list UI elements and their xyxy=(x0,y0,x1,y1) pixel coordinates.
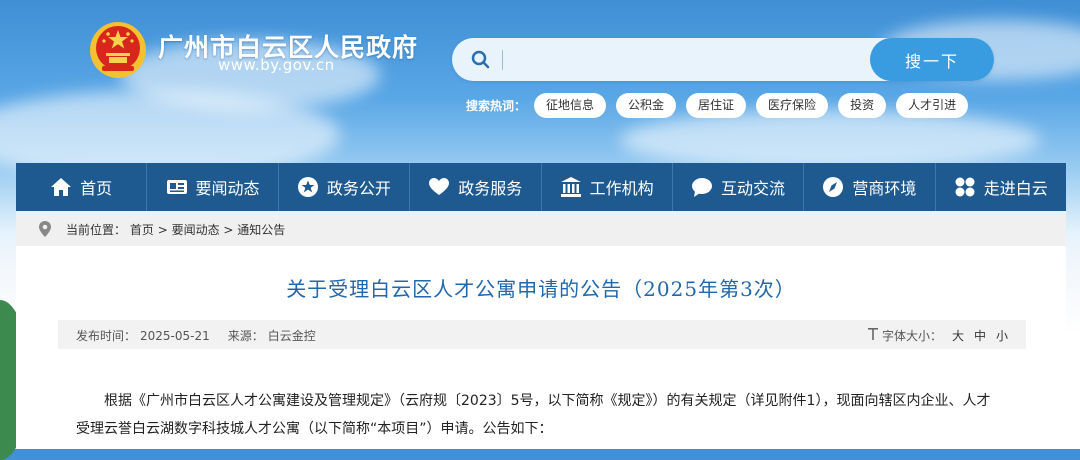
paragraph-line-2: 受理云誉白云湖数字科技城人才公寓（以下简称“本项目”）申请。公告如下： xyxy=(76,421,553,437)
nav-label: 政务公开 xyxy=(326,179,391,198)
heart-hand-icon xyxy=(428,176,450,198)
nav-label: 互动交流 xyxy=(721,179,786,198)
hot-tag-housing-fund[interactable]: 公积金 xyxy=(616,93,677,118)
nav-label: 走进白云 xyxy=(983,179,1048,198)
star-icon xyxy=(297,176,319,198)
font-size-label: 字体大小： xyxy=(881,329,942,343)
article-meta-bar: 发布时间： 2025-05-21 来源： 白云金控 字体大小： 大 中 小 xyxy=(58,320,1026,349)
publish-label: 发布时间： xyxy=(76,329,137,343)
nav-label: 要闻动态 xyxy=(195,179,260,198)
nav-item-business-environment[interactable]: 营商环境 xyxy=(804,163,936,211)
font-size-small-button[interactable]: 小 xyxy=(996,327,1008,344)
search-input[interactable] xyxy=(510,44,854,77)
hot-tag-talent[interactable]: 人才引进 xyxy=(896,93,969,118)
hot-tag-residence-permit[interactable]: 居住证 xyxy=(686,93,747,118)
breadcrumb-trail: 当前位置： 首页 > 要闻动态 > 通知公告 xyxy=(66,221,285,238)
publish-date: 2025-05-21 xyxy=(140,329,210,343)
article-title: 关于受理白云区人才公寓申请的公告（2025年第3次） xyxy=(286,277,796,301)
location-pin-icon xyxy=(38,220,52,238)
breadcrumb-link-news[interactable]: 要闻动态 xyxy=(172,223,220,237)
nav-item-work-agencies[interactable]: 工作机构 xyxy=(542,163,673,211)
breadcrumb: 当前位置： 首页 > 要闻动态 > 通知公告 xyxy=(16,211,1066,246)
breadcrumb-prefix: 当前位置： xyxy=(66,223,127,237)
breadcrumb-link-notices[interactable]: 通知公告 xyxy=(237,223,285,237)
nav-label: 营商环境 xyxy=(852,179,917,198)
search-box: 搜一下 xyxy=(452,38,994,81)
main-nav: 首页 要闻动态 政务公开 政务服务 工作机构 互动交流 营商环境 走进白云 xyxy=(16,163,1066,211)
grid-icon xyxy=(954,176,976,198)
nav-item-interaction[interactable]: 互动交流 xyxy=(673,163,805,211)
font-size-large-button[interactable]: 大 xyxy=(952,327,964,344)
font-size-icon xyxy=(867,328,878,343)
nav-item-about-baiyun[interactable]: 走进白云 xyxy=(936,163,1066,211)
breadcrumb-link-home[interactable]: 首页 xyxy=(130,223,154,237)
nav-label: 首页 xyxy=(80,179,113,198)
nav-item-news[interactable]: 要闻动态 xyxy=(147,163,279,211)
newspaper-icon xyxy=(166,176,188,198)
search-divider xyxy=(502,50,503,70)
nav-item-gov-affairs-open[interactable]: 政务公开 xyxy=(279,163,411,211)
site-url: www.by.gov.cn xyxy=(218,56,335,74)
nav-label: 政务服务 xyxy=(458,179,523,198)
hot-words-label: 搜索热词： xyxy=(466,99,527,113)
breadcrumb-separator: > xyxy=(157,223,172,237)
font-size-medium-button[interactable]: 中 xyxy=(974,327,986,344)
source-value: 白云金控 xyxy=(267,329,316,343)
national-emblem-logo xyxy=(88,20,148,80)
content-panel: 当前位置： 首页 > 要闻动态 > 通知公告 关于受理白云区人才公寓申请的公告（… xyxy=(16,211,1066,449)
hot-words-list: 征地信息 公积金 居住证 医疗保险 投资 人才引进 xyxy=(534,93,969,118)
search-icon xyxy=(470,49,492,71)
nav-item-gov-services[interactable]: 政务服务 xyxy=(410,163,542,211)
home-icon xyxy=(50,176,72,198)
nav-item-home[interactable]: 首页 xyxy=(16,163,148,211)
breadcrumb-separator: > xyxy=(223,223,238,237)
hot-tag-medical-insurance[interactable]: 医疗保险 xyxy=(756,93,829,118)
hot-tag-land[interactable]: 征地信息 xyxy=(534,93,607,118)
article-body: 根据《广州市白云区人才公寓建设及管理规定》（云府规〔2023〕5号，以下简称《规… xyxy=(76,387,1011,443)
building-icon xyxy=(560,176,582,198)
paragraph-line-1: 根据《广州市白云区人才公寓建设及管理规定》（云府规〔2023〕5号，以下简称《规… xyxy=(104,393,991,409)
source-label: 来源： xyxy=(227,329,264,343)
nav-label: 工作机构 xyxy=(589,179,654,198)
chat-bubble-icon xyxy=(691,176,713,198)
hot-tag-investment[interactable]: 投资 xyxy=(838,93,887,118)
search-button[interactable]: 搜一下 xyxy=(870,38,994,81)
compass-icon xyxy=(822,176,844,198)
